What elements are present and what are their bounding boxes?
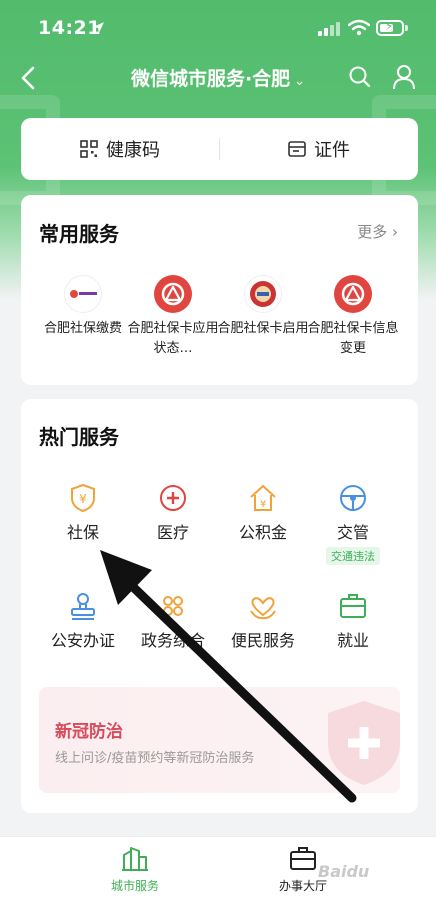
hot-service-item[interactable]: 政务综合: [127, 591, 219, 651]
service-label: 合肥社保卡启用: [217, 321, 309, 336]
service-item[interactable]: 合肥社保卡启用: [217, 275, 309, 339]
service-label: 合肥社保卡应用状态…: [127, 321, 219, 356]
briefcase-icon: [340, 594, 366, 618]
certificate-label: 证件: [314, 140, 350, 161]
bottom-tab-bar: 城市服务 办事大厅: [0, 836, 436, 910]
hot-service-label: 就业: [336, 631, 369, 650]
status-bar: 14:21 ⚡: [0, 0, 436, 58]
svg-text:¥: ¥: [79, 492, 87, 506]
traffic-icon: [340, 485, 366, 511]
hot-service-label: 医疗: [156, 523, 189, 542]
police-stamp-icon: [71, 593, 95, 620]
tab-city-services[interactable]: 城市服务: [75, 845, 195, 894]
hot-service-item[interactable]: 便民服务: [217, 591, 309, 651]
hot-service-label: 政务综合: [140, 631, 205, 650]
search-icon[interactable]: [348, 65, 372, 89]
common-services-title: 常用服务: [39, 222, 119, 246]
service-label: 合肥社保卡信息变更: [307, 321, 399, 356]
id-card-icon: [288, 141, 306, 157]
hot-service-label: 公安办证: [50, 631, 115, 650]
location-arrow-icon: [93, 22, 104, 33]
service-item[interactable]: 合肥社保缴费: [37, 275, 129, 339]
health-code-button[interactable]: 健康码: [21, 118, 219, 180]
hot-service-label: 公积金: [238, 523, 287, 542]
convenience-icon: [250, 597, 276, 620]
traffic-violation-tag[interactable]: 交通违法: [326, 547, 380, 565]
covid-banner[interactable]: 新冠防治 线上问诊/疫苗预约等新冠防治服务: [39, 687, 400, 793]
hot-service-item[interactable]: ¥ 公积金: [217, 483, 309, 543]
hot-service-item[interactable]: 就业: [307, 591, 399, 651]
hot-service-label: 便民服务: [230, 631, 295, 650]
service-item[interactable]: 合肥社保卡应用状态…: [127, 275, 219, 359]
common-services-card: 常用服务 更多 › 合肥社保缴费 合肥社保卡应用状态… 合肥社保卡启用 合肥社保…: [21, 195, 418, 385]
more-link[interactable]: 更多 ›: [357, 221, 398, 242]
social-security-icon: ¥: [71, 483, 95, 513]
chevron-right-icon: ›: [392, 223, 398, 241]
government-icon: [163, 596, 183, 616]
chevron-down-icon: ⌄: [294, 74, 306, 89]
service-item[interactable]: 合肥社保卡信息变更: [307, 275, 399, 359]
service-label: 合肥社保缴费: [43, 321, 122, 336]
hot-service-label: 交管: [336, 523, 369, 542]
social-pay-logo-icon: [64, 275, 102, 313]
watermark: Baidu: [318, 862, 370, 881]
hot-service-label: 社保: [66, 523, 99, 542]
page-title: 微信城市服务·合肥: [130, 68, 291, 90]
svg-text:¥: ¥: [260, 499, 266, 510]
hot-service-item[interactable]: 交管 交通违法: [307, 483, 399, 565]
city-buildings-icon: [122, 847, 148, 871]
battery-tip: [405, 25, 408, 31]
covid-banner-subtitle: 线上问诊/疫苗预约等新冠防治服务: [55, 751, 255, 766]
more-label: 更多: [357, 223, 388, 241]
user-profile-icon[interactable]: [392, 64, 416, 90]
signal-icon: [318, 22, 340, 36]
quick-actions-card: 健康码 证件: [21, 118, 418, 180]
seal-badge-icon: [244, 275, 282, 313]
wifi-icon: [348, 19, 370, 36]
medical-shield-icon: [328, 701, 400, 785]
social-security-card-icon: [334, 275, 372, 313]
housing-fund-icon: ¥: [250, 485, 276, 511]
tab-label: 城市服务: [110, 879, 159, 893]
covid-banner-title: 新冠防治: [55, 722, 123, 742]
hot-service-item[interactable]: ¥ 社保: [37, 483, 129, 543]
hot-service-item[interactable]: 公安办证: [37, 591, 129, 651]
social-security-card-icon: [154, 275, 192, 313]
hot-services-title: 热门服务: [39, 425, 119, 449]
medical-icon: [160, 485, 186, 511]
qr-code-icon: [80, 140, 98, 158]
certificate-button[interactable]: 证件: [220, 118, 418, 180]
battery-icon: ⚡: [376, 19, 404, 36]
hot-service-item[interactable]: 医疗: [127, 483, 219, 543]
health-code-label: 健康码: [106, 140, 160, 161]
nav-bar: 微信城市服务·合肥 ⌄: [0, 58, 436, 98]
hot-services-card: 热门服务 ¥ 社保 医疗 ¥ 公积金 交管 交通违法 公安办证 政务综合 便民服…: [21, 399, 418, 813]
briefcase-icon: [290, 847, 316, 870]
